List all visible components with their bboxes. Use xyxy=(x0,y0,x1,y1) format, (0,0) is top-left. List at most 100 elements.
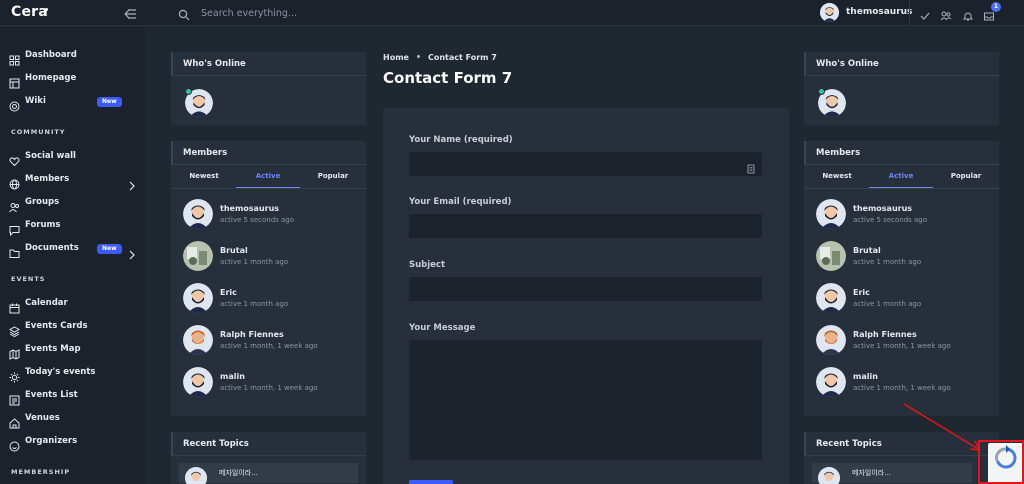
sidebar-item-label: Social wall xyxy=(25,151,76,161)
member-list-item[interactable]: themosaurus active 5 seconds ago xyxy=(183,199,363,231)
sidebar-item-events-cards[interactable]: Events Cards xyxy=(0,319,145,338)
breadcrumb: Home Contact Form 7 xyxy=(383,53,497,62)
tab-popular[interactable]: Popular xyxy=(934,165,998,188)
search-input[interactable] xyxy=(201,4,501,22)
name-field[interactable] xyxy=(409,152,762,176)
map-icon xyxy=(9,345,20,360)
sidebar-item-label: Today's events xyxy=(25,367,96,377)
member-name[interactable]: Eric xyxy=(853,288,870,297)
topic-title[interactable]: 메자일이라... xyxy=(852,468,891,478)
sidebar-item-wiki[interactable]: Wiki New xyxy=(0,94,145,112)
check-icon[interactable] xyxy=(919,7,931,20)
member-list-item[interactable]: Ralph Fiennes active 1 month, 1 week ago xyxy=(816,325,996,357)
sidebar-item-members[interactable]: Members xyxy=(0,172,145,191)
sidebar-item-social-wall[interactable]: Social wall xyxy=(0,149,145,167)
widget-title: Members xyxy=(804,141,999,165)
sidebar-item-label: Members xyxy=(25,174,70,184)
breadcrumb-home[interactable]: Home xyxy=(383,53,409,62)
topic-title[interactable]: 메자일이라... xyxy=(219,468,258,478)
topic-avatar xyxy=(818,467,840,484)
member-name[interactable]: malin xyxy=(853,372,878,381)
sidebar-item-homepage[interactable]: Homepage xyxy=(0,71,145,89)
sun-icon xyxy=(9,368,20,383)
collapse-sidebar-icon[interactable] xyxy=(121,6,137,20)
member-status: active 1 month ago xyxy=(853,258,922,266)
member-name[interactable]: Brutal xyxy=(220,246,248,255)
member-status: active 1 month, 1 week ago xyxy=(853,342,951,350)
member-list-item[interactable]: themosaurus active 5 seconds ago xyxy=(816,199,996,231)
section-title-membership: MEMBERSHIP xyxy=(11,468,71,476)
sidebar-item-todays-events[interactable]: Today's events xyxy=(0,365,145,383)
member-status: active 1 month ago xyxy=(220,300,289,308)
sidebar-item-documents[interactable]: Documents New xyxy=(0,241,145,260)
bell-icon[interactable] xyxy=(962,7,974,21)
online-status-dot xyxy=(818,88,825,95)
chevron-right-icon[interactable] xyxy=(128,176,136,191)
avatar-bearded xyxy=(183,199,213,229)
sidebar-item-events-map[interactable]: Events Map xyxy=(0,342,145,360)
topic-avatar xyxy=(185,467,207,484)
sidebar-item-label: Documents xyxy=(25,243,79,253)
recent-topics-widget: Recent Topics 메자일이라... xyxy=(171,432,366,484)
sidebar-item-events-list[interactable]: Events List xyxy=(0,388,145,406)
sidebar-item-label: Events Map xyxy=(25,344,81,354)
member-name[interactable]: Ralph Fiennes xyxy=(853,330,917,339)
sidebar-item-calendar[interactable]: Calendar xyxy=(0,296,145,314)
chevron-right-icon[interactable] xyxy=(128,245,136,260)
member-list-item[interactable]: Eric active 1 month ago xyxy=(183,283,363,315)
member-name[interactable]: themosaurus xyxy=(853,204,912,213)
member-list-item[interactable]: Eric active 1 month ago xyxy=(816,283,996,315)
topic-list-item[interactable]: 메자일이라... xyxy=(812,463,972,484)
message-label: Your Message xyxy=(409,323,476,333)
user-avatar[interactable] xyxy=(820,3,839,22)
username[interactable]: themosaurus xyxy=(846,7,912,17)
member-status: active 1 month ago xyxy=(853,300,922,308)
grid-icon xyxy=(9,51,20,66)
home-icon xyxy=(9,414,20,429)
autofill-icon[interactable] xyxy=(747,159,755,174)
sidebar-item-label: Calendar xyxy=(25,298,68,308)
friends-icon[interactable] xyxy=(940,7,952,21)
sidebar-item-label: Wiki xyxy=(25,96,46,106)
tab-newest[interactable]: Newest xyxy=(172,165,236,188)
member-status: active 1 month, 1 week ago xyxy=(220,342,318,350)
sidebar-item-groups[interactable]: Groups xyxy=(0,195,145,213)
member-name[interactable]: Eric xyxy=(220,288,237,297)
calendar-icon xyxy=(9,299,20,314)
highlight-box xyxy=(978,440,1024,484)
tab-active[interactable]: Active xyxy=(869,165,933,188)
sidebar-item-label: Events List xyxy=(25,390,78,400)
submit-button[interactable] xyxy=(409,480,453,484)
member-name[interactable]: themosaurus xyxy=(220,204,279,213)
members-widget: Members Newest Active Popular themosauru… xyxy=(171,141,366,416)
sidebar-item-organizers[interactable]: Organizers xyxy=(0,434,145,452)
logo[interactable]: Cera xyxy=(11,4,48,20)
tab-popular[interactable]: Popular xyxy=(301,165,365,188)
member-list-item[interactable]: Brutal active 1 month ago xyxy=(183,241,363,273)
member-list-item[interactable]: malin active 1 month, 1 week ago xyxy=(183,367,363,399)
email-label: Your Email (required) xyxy=(409,197,512,207)
subject-field[interactable] xyxy=(409,277,762,301)
sidebar-item-dashboard[interactable]: Dashboard xyxy=(0,48,145,66)
users-icon xyxy=(9,198,20,213)
avatar-orange xyxy=(816,325,846,355)
member-list-item[interactable]: Ralph Fiennes active 1 month, 1 week ago xyxy=(183,325,363,357)
member-name[interactable]: malin xyxy=(220,372,245,381)
message-field[interactable] xyxy=(409,340,762,460)
member-list-item[interactable]: malin active 1 month, 1 week ago xyxy=(816,367,996,399)
member-list-item[interactable]: Brutal active 1 month ago xyxy=(816,241,996,273)
sidebar-item-label: Venues xyxy=(25,413,60,423)
tab-active[interactable]: Active xyxy=(236,165,300,188)
email-field[interactable] xyxy=(409,214,762,238)
tab-newest[interactable]: Newest xyxy=(805,165,869,188)
globe-icon xyxy=(9,175,20,190)
smile-icon xyxy=(9,437,20,452)
members-tabs: Newest Active Popular xyxy=(804,165,999,189)
member-name[interactable]: Ralph Fiennes xyxy=(220,330,284,339)
whos-online-widget: Who's Online xyxy=(171,52,366,125)
new-badge: New xyxy=(97,97,122,107)
topic-list-item[interactable]: 메자일이라... xyxy=(179,463,358,484)
sidebar-item-venues[interactable]: Venues xyxy=(0,411,145,429)
member-name[interactable]: Brutal xyxy=(853,246,881,255)
sidebar-item-forums[interactable]: Forums xyxy=(0,218,145,237)
